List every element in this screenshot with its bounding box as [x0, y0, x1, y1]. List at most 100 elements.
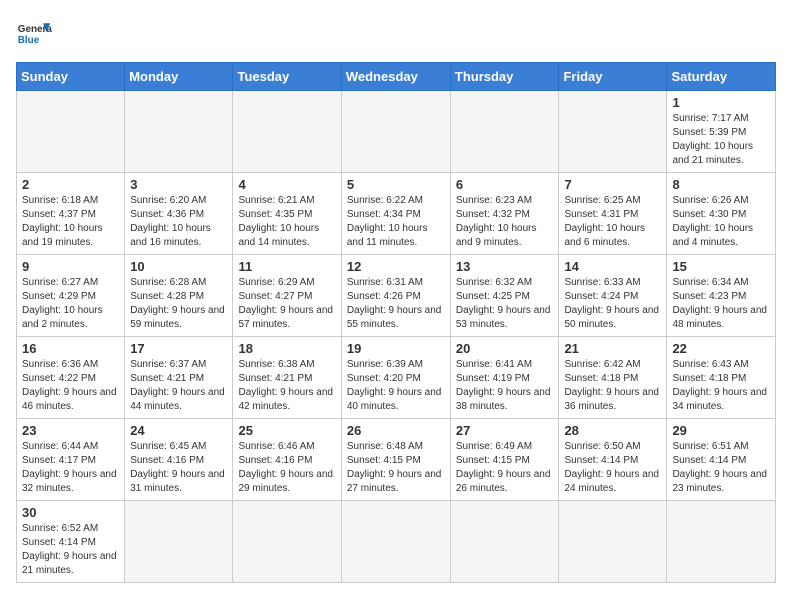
calendar-cell: 2Sunrise: 6:18 AM Sunset: 4:37 PM Daylig… [17, 173, 125, 255]
calendar-cell: 4Sunrise: 6:21 AM Sunset: 4:35 PM Daylig… [233, 173, 341, 255]
svg-text:Blue: Blue [18, 35, 40, 46]
calendar-cell: 7 Sunrise: 6:25 AM Sunset: 4:31 PM Daylig… [559, 173, 667, 255]
day-number: 27 [456, 423, 554, 438]
day-number: 8 [672, 177, 770, 192]
calendar-cell [125, 501, 233, 583]
day-info: Sunrise: 6:27 AM Sunset: 4:29 PM Dayligh… [22, 276, 119, 332]
calendar-cell: 27 Sunrise: 6:49 AM Sunset: 4:15 PM Dayli… [450, 419, 559, 501]
day-info: Sunrise: 6:42 AM Sunset: 4:18 PM Dayligh… [564, 358, 661, 414]
day-info: Sunrise: 6:26 AM Sunset: 4:30 PM Dayligh… [672, 194, 770, 250]
day-info: Sunrise: 6:23 AM Sunset: 4:32 PM Dayligh… [456, 194, 554, 250]
calendar-cell: 30 Sunrise: 6:52 AM Sunset: 4:14 PM Dayli… [17, 501, 125, 583]
calendar-cell: 22 Sunrise: 6:43 AM Sunset: 4:18 PM Dayli… [667, 337, 776, 419]
calendar-cell: 8 Sunrise: 6:26 AM Sunset: 4:30 PM Daylig… [667, 173, 776, 255]
day-number: 14 [564, 259, 661, 274]
day-number: 9 [22, 259, 119, 274]
calendar-week-row: 1 Sunrise: 7:17 AM Sunset: 5:39 PM Daylig… [17, 91, 776, 173]
weekday-header-monday: Monday [125, 63, 233, 91]
weekday-header-tuesday: Tuesday [233, 63, 341, 91]
day-number: 29 [672, 423, 770, 438]
day-info: Sunrise: 6:31 AM Sunset: 4:26 PM Dayligh… [347, 276, 445, 332]
day-info: Sunrise: 6:33 AM Sunset: 4:24 PM Dayligh… [564, 276, 661, 332]
day-number: 25 [238, 423, 335, 438]
day-info: Sunrise: 6:36 AM Sunset: 4:22 PM Dayligh… [22, 358, 119, 414]
day-info: Sunrise: 6:18 AM Sunset: 4:37 PM Dayligh… [22, 194, 119, 250]
day-info: Sunrise: 6:41 AM Sunset: 4:19 PM Dayligh… [456, 358, 554, 414]
calendar-cell: 1 Sunrise: 7:17 AM Sunset: 5:39 PM Daylig… [667, 91, 776, 173]
calendar-week-row: 2Sunrise: 6:18 AM Sunset: 4:37 PM Daylig… [17, 173, 776, 255]
day-info: Sunrise: 6:20 AM Sunset: 4:36 PM Dayligh… [130, 194, 227, 250]
calendar-week-row: 16 Sunrise: 6:36 AM Sunset: 4:22 PM Dayli… [17, 337, 776, 419]
day-number: 1 [672, 95, 770, 110]
weekday-header-wednesday: Wednesday [341, 63, 450, 91]
calendar-cell [233, 501, 341, 583]
calendar-cell: 14 Sunrise: 6:33 AM Sunset: 4:24 PM Dayli… [559, 255, 667, 337]
page-header: General Blue [16, 16, 776, 52]
day-info: Sunrise: 6:25 AM Sunset: 4:31 PM Dayligh… [564, 194, 661, 250]
weekday-header-friday: Friday [559, 63, 667, 91]
calendar-cell [233, 91, 341, 173]
calendar-cell [125, 91, 233, 173]
day-info: Sunrise: 6:29 AM Sunset: 4:27 PM Dayligh… [238, 276, 335, 332]
day-number: 10 [130, 259, 227, 274]
calendar-cell: 17 Sunrise: 6:37 AM Sunset: 4:21 PM Dayli… [125, 337, 233, 419]
day-number: 26 [347, 423, 445, 438]
weekday-header-row: SundayMondayTuesdayWednesdayThursdayFrid… [17, 63, 776, 91]
day-info: Sunrise: 6:38 AM Sunset: 4:21 PM Dayligh… [238, 358, 335, 414]
day-number: 7 [564, 177, 661, 192]
weekday-header-saturday: Saturday [667, 63, 776, 91]
calendar-cell [17, 91, 125, 173]
calendar-cell: 21 Sunrise: 6:42 AM Sunset: 4:18 PM Dayli… [559, 337, 667, 419]
day-number: 22 [672, 341, 770, 356]
day-info: Sunrise: 6:52 AM Sunset: 4:14 PM Dayligh… [22, 522, 119, 578]
calendar-cell: 11 Sunrise: 6:29 AM Sunset: 4:27 PM Dayli… [233, 255, 341, 337]
day-number: 24 [130, 423, 227, 438]
calendar-cell: 29 Sunrise: 6:51 AM Sunset: 4:14 PM Dayli… [667, 419, 776, 501]
day-info: Sunrise: 6:22 AM Sunset: 4:34 PM Dayligh… [347, 194, 445, 250]
day-number: 20 [456, 341, 554, 356]
day-info: Sunrise: 6:39 AM Sunset: 4:20 PM Dayligh… [347, 358, 445, 414]
day-number: 21 [564, 341, 661, 356]
day-info: Sunrise: 6:49 AM Sunset: 4:15 PM Dayligh… [456, 440, 554, 496]
day-number: 17 [130, 341, 227, 356]
day-number: 28 [564, 423, 661, 438]
day-info: Sunrise: 6:32 AM Sunset: 4:25 PM Dayligh… [456, 276, 554, 332]
day-number: 16 [22, 341, 119, 356]
day-info: Sunrise: 7:17 AM Sunset: 5:39 PM Dayligh… [672, 112, 770, 168]
calendar-cell: 28 Sunrise: 6:50 AM Sunset: 4:14 PM Dayli… [559, 419, 667, 501]
calendar-cell: 13 Sunrise: 6:32 AM Sunset: 4:25 PM Dayli… [450, 255, 559, 337]
logo: General Blue [16, 16, 52, 52]
day-number: 13 [456, 259, 554, 274]
day-number: 23 [22, 423, 119, 438]
day-info: Sunrise: 6:44 AM Sunset: 4:17 PM Dayligh… [22, 440, 119, 496]
calendar-week-row: 23 Sunrise: 6:44 AM Sunset: 4:17 PM Dayli… [17, 419, 776, 501]
calendar-cell: 6 Sunrise: 6:23 AM Sunset: 4:32 PM Daylig… [450, 173, 559, 255]
calendar-cell [450, 91, 559, 173]
calendar-week-row: 9 Sunrise: 6:27 AM Sunset: 4:29 PM Daylig… [17, 255, 776, 337]
calendar-cell: 5 Sunrise: 6:22 AM Sunset: 4:34 PM Daylig… [341, 173, 450, 255]
calendar-cell: 23 Sunrise: 6:44 AM Sunset: 4:17 PM Dayli… [17, 419, 125, 501]
day-number: 3 [130, 177, 227, 192]
calendar-cell: 9 Sunrise: 6:27 AM Sunset: 4:29 PM Daylig… [17, 255, 125, 337]
calendar-cell: 3 Sunrise: 6:20 AM Sunset: 4:36 PM Daylig… [125, 173, 233, 255]
day-info: Sunrise: 6:37 AM Sunset: 4:21 PM Dayligh… [130, 358, 227, 414]
calendar-cell [450, 501, 559, 583]
calendar-cell: 25Sunrise: 6:46 AM Sunset: 4:16 PM Dayli… [233, 419, 341, 501]
calendar-cell [559, 501, 667, 583]
calendar-cell [341, 91, 450, 173]
day-number: 18 [238, 341, 335, 356]
day-info: Sunrise: 6:50 AM Sunset: 4:14 PM Dayligh… [564, 440, 661, 496]
weekday-header-thursday: Thursday [450, 63, 559, 91]
day-info: Sunrise: 6:43 AM Sunset: 4:18 PM Dayligh… [672, 358, 770, 414]
day-number: 6 [456, 177, 554, 192]
day-number: 4 [238, 177, 335, 192]
day-number: 5 [347, 177, 445, 192]
day-info: Sunrise: 6:51 AM Sunset: 4:14 PM Dayligh… [672, 440, 770, 496]
day-info: Sunrise: 6:28 AM Sunset: 4:28 PM Dayligh… [130, 276, 227, 332]
calendar-table: SundayMondayTuesdayWednesdayThursdayFrid… [16, 62, 776, 583]
day-number: 30 [22, 505, 119, 520]
calendar-cell: 26Sunrise: 6:48 AM Sunset: 4:15 PM Dayli… [341, 419, 450, 501]
calendar-cell [667, 501, 776, 583]
calendar-cell: 10 Sunrise: 6:28 AM Sunset: 4:28 PM Dayli… [125, 255, 233, 337]
day-number: 11 [238, 259, 335, 274]
